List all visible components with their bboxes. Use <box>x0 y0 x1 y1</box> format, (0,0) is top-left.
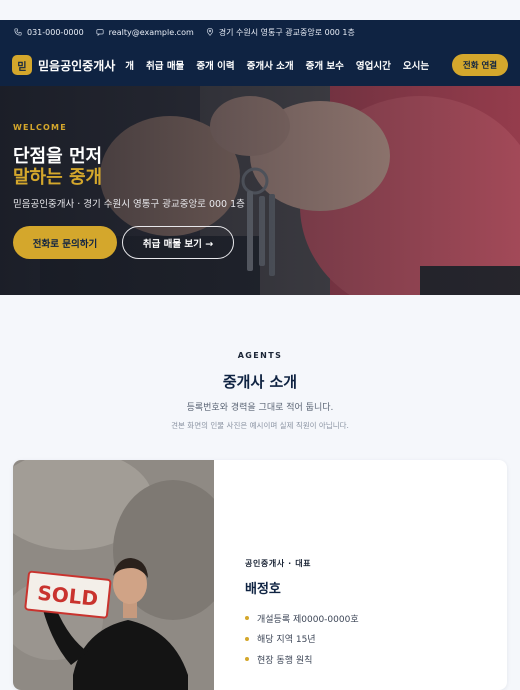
nav-menu: 개 취급 매물 중개 이력 중개사 소개 중개 보수 영업시간 오시는 <box>125 58 440 72</box>
top-info-bar: 031-000-0000 realty@example.com 경기 수원시 영… <box>0 20 520 44</box>
topbar-phone-text: 031-000-0000 <box>27 27 84 37</box>
nav-item-agents[interactable]: 중개사 소개 <box>247 58 294 72</box>
agents-subtitle: 등록번호와 경력을 그대로 적어 둡니다. <box>186 403 334 413</box>
hero-overlay <box>0 86 520 295</box>
main-navigation: 믿 믿음공인중개사 개 취급 매물 중개 이력 중개사 소개 중개 보수 영업시… <box>0 44 520 86</box>
topbar-address: 경기 수원시 영통구 광교중앙로 000 1층 <box>206 27 355 38</box>
agent-fact-item: 개설등록 제0000-0000호 <box>245 608 359 629</box>
nav-item-listings[interactable]: 취급 매물 <box>146 58 184 72</box>
hero-subtitle: 믿음공인중개사 · 경기 수원시 영통구 광교중앙로 000 1층 <box>13 199 245 210</box>
agent-fact-text: 개설등록 제0000-0000호 <box>257 614 359 625</box>
nav-item-intro[interactable]: 개 <box>125 58 134 72</box>
nav-item-directions[interactable]: 오시는 <box>403 58 429 72</box>
agent-photo-image: SOLD <box>13 460 214 690</box>
hero-title-line2: 말하는 중개 <box>13 167 103 188</box>
hero-banner: WELCOME 단점을 먼저 말하는 중개 믿음공인중개사 · 경기 수원시 영… <box>0 86 520 295</box>
agent-name: 배정호 <box>245 582 281 597</box>
nav-item-fees[interactable]: 중개 보수 <box>306 58 344 72</box>
phone-icon <box>14 28 22 36</box>
nav-item-hours[interactable]: 영업시간 <box>356 58 391 72</box>
topbar-email[interactable]: realty@example.com <box>96 28 194 37</box>
location-pin-icon <box>206 28 213 36</box>
agents-title: 중개사 소개 <box>222 373 298 391</box>
site-logo[interactable]: 믿 믿음공인중개사 <box>12 55 115 75</box>
agent-fact-item: 해당 지역 15년 <box>245 629 359 650</box>
bullet-dot-icon <box>245 636 249 641</box>
logo-badge: 믿 <box>12 55 32 75</box>
agent-photo: SOLD <box>13 460 214 690</box>
agent-fact-text: 해당 지역 15년 <box>257 635 316 646</box>
agent-fact-text: 현장 동행 원칙 <box>257 655 313 666</box>
agents-eyebrow: AGENTS <box>237 351 283 360</box>
topbar-email-text: realty@example.com <box>108 27 194 37</box>
call-button[interactable]: 전화 연결 <box>452 54 508 76</box>
phone-inquiry-button[interactable]: 전화로 문의하기 <box>13 226 117 259</box>
bullet-dot-icon <box>245 657 249 662</box>
agent-facts-list: 개설등록 제0000-0000호 해당 지역 15년 현장 동행 원칙 <box>245 608 359 670</box>
nav-item-history[interactable]: 중개 이력 <box>196 58 234 72</box>
agent-role: 공인중개사 · 대표 <box>245 559 312 568</box>
hero-eyebrow: WELCOME <box>13 123 67 132</box>
bullet-dot-icon <box>245 616 249 621</box>
agents-note: 견본 화면의 인물 사진은 예시이며 실제 직원이 아닙니다. <box>171 421 349 430</box>
chat-icon <box>96 29 104 36</box>
logo-text: 믿음공인중개사 <box>38 58 116 73</box>
topbar-address-text: 경기 수원시 영통구 광교중앙로 000 1층 <box>218 27 355 37</box>
topbar-phone[interactable]: 031-000-0000 <box>14 28 84 37</box>
view-listings-button[interactable]: 취급 매물 보기 → <box>122 226 234 259</box>
agent-fact-item: 현장 동행 원칙 <box>245 649 359 670</box>
agent-card: SOLD 공인중개사 · 대표 배정호 개설등록 제0000-0000호 해당 … <box>13 460 507 690</box>
